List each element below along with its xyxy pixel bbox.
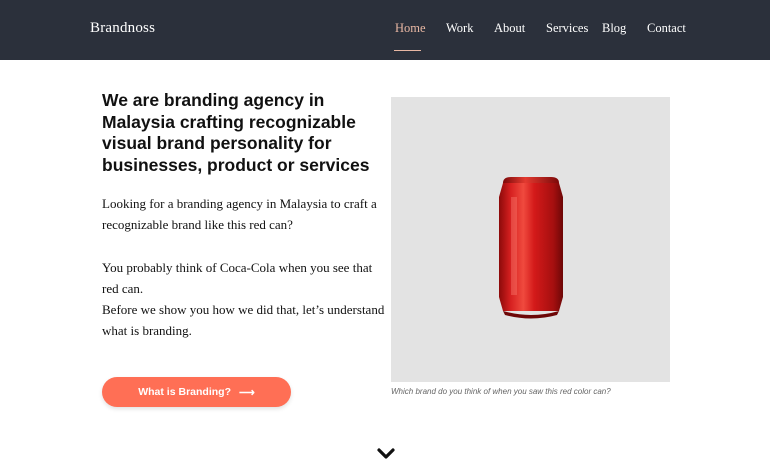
nav-link-work[interactable]: Work (446, 21, 473, 36)
brand-logo[interactable]: Brandnoss (90, 20, 155, 37)
nav-link-blog[interactable]: Blog (602, 21, 626, 36)
nav-link-home[interactable]: Home (395, 21, 426, 36)
hero-paragraph-1: Looking for a branding agency in Malaysi… (102, 196, 377, 232)
top-navbar: Brandnoss Home Work About Services Blog … (0, 0, 770, 60)
arrow-right-icon: ⟶ (238, 386, 255, 399)
nav-link-about[interactable]: About (494, 21, 525, 36)
hero-paragraph-3: Before we show you how we did that, let’… (102, 302, 385, 338)
cta-label: What is Branding? (138, 386, 231, 398)
nav-active-underline (394, 50, 421, 51)
hero-headline: We are branding agency in Malaysia craft… (102, 90, 370, 175)
image-caption: Which brand do you think of when you saw… (391, 387, 611, 396)
hero-paragraph-2: You probably think of Coca-Cola when you… (102, 260, 373, 296)
nav-link-services[interactable]: Services (546, 21, 588, 36)
red-can-image (499, 177, 563, 319)
hero-image (391, 97, 670, 382)
nav-link-contact[interactable]: Contact (647, 21, 686, 36)
chevron-down-icon[interactable] (376, 446, 396, 462)
what-is-branding-button[interactable]: What is Branding? ⟶ (102, 377, 291, 407)
